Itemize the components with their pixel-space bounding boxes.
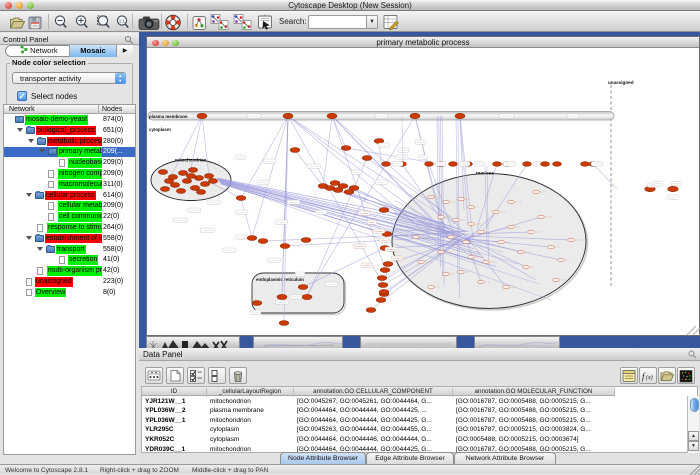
svg-text:unassigned: unassigned	[608, 80, 634, 85]
svg-text:cytoplasm: cytoplasm	[149, 127, 171, 132]
svg-text:(x): (x)	[646, 374, 653, 381]
svg-text:endoplasmic reticulum: endoplasmic reticulum	[256, 277, 304, 282]
svg-text:1:1: 1:1	[119, 19, 126, 24]
svg-text:plasma membrane: plasma membrane	[149, 114, 188, 119]
